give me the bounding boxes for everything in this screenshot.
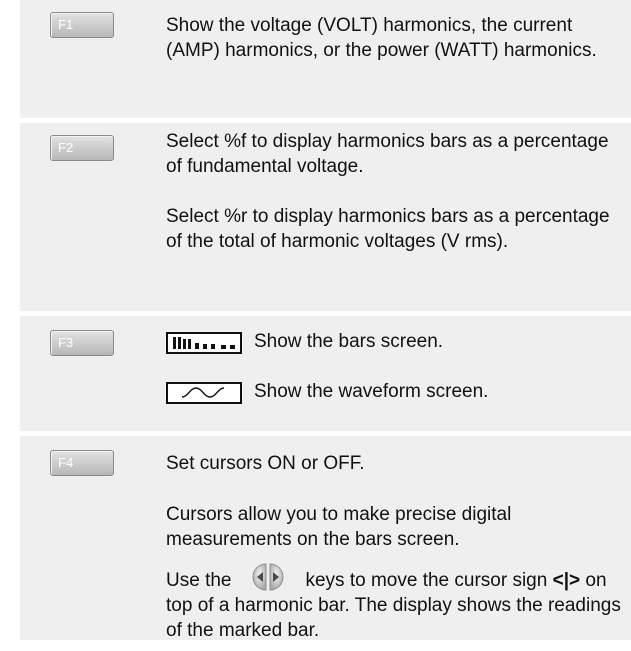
f4-keys-text: keys to move the cursor sign bbox=[305, 570, 548, 591]
f4-description-1: Set cursors ON or OFF. bbox=[166, 453, 365, 474]
left-right-arrow-keys-icon bbox=[252, 563, 284, 591]
f1-description: Show the voltage (VOLT) harmonics, the c… bbox=[166, 15, 597, 61]
table-row-f1: F1 Show the voltage (VOLT) harmonics, th… bbox=[20, 0, 631, 118]
f2-description-2: Select %r to display harmonics bars as a… bbox=[166, 206, 610, 252]
f1-key-icon: F1 bbox=[50, 12, 114, 38]
bars-screen-icon bbox=[166, 332, 242, 354]
table-row-f3: F3 Show the bars screen. Show the wavefo… bbox=[20, 316, 631, 431]
function-key-table: F1 Show the voltage (VOLT) harmonics, th… bbox=[20, 0, 631, 651]
f2-description-1: Select %f to display harmonics bars as a… bbox=[166, 131, 609, 177]
waveform-screen-icon bbox=[166, 382, 242, 404]
f4-key-icon: F4 bbox=[50, 450, 114, 476]
f2-key-icon: F2 bbox=[50, 135, 114, 161]
table-row-f4: F4 Set cursors ON or OFF. Cursors allow … bbox=[20, 436, 631, 643]
cursor-sign: <|> bbox=[552, 570, 581, 591]
f3-wave-text: Show the waveform screen. bbox=[254, 381, 489, 402]
f3-bars-text: Show the bars screen. bbox=[254, 331, 444, 352]
f4-description-2: Cursors allow you to make precise digita… bbox=[166, 504, 512, 550]
f4-use-the: Use the bbox=[166, 570, 232, 591]
table-row-f2: F2 Select %f to display harmonics bars a… bbox=[20, 123, 631, 311]
f3-key-icon: F3 bbox=[50, 330, 114, 356]
f4-description-3: Use the keys to move the cursor sign <|>… bbox=[166, 562, 626, 643]
